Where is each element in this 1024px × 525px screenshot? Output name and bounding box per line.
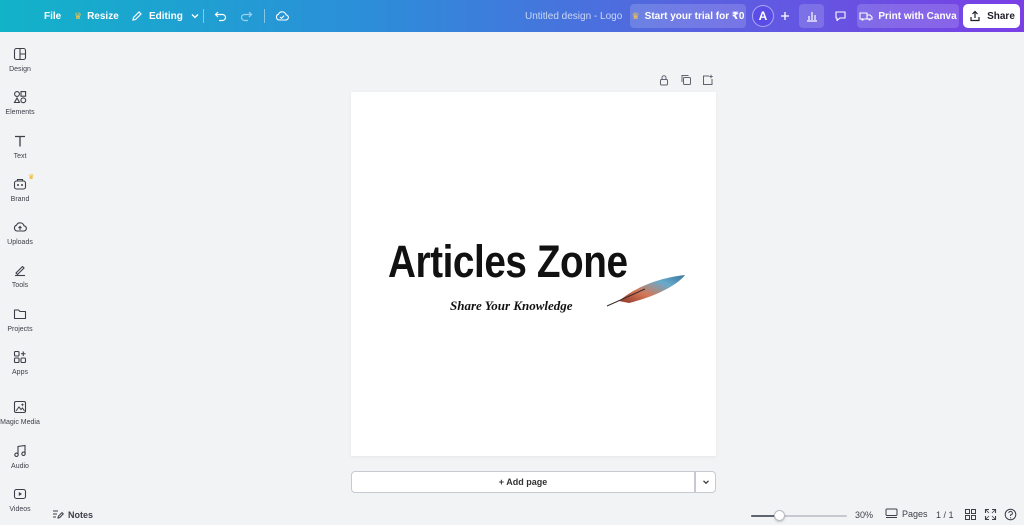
elements-icon	[13, 91, 27, 104]
notes-label: Notes	[68, 509, 94, 520]
crown-icon: ♛	[74, 10, 83, 21]
pages-button[interactable]: Pages	[885, 508, 928, 519]
add-page-icon	[703, 74, 713, 85]
fullscreen-icon[interactable]	[984, 508, 997, 521]
design-page[interactable]: Articles Zone Share Your Knowledge	[351, 92, 716, 456]
bottom-bar: Notes 30% Pages 1 / 1	[40, 505, 1024, 525]
lock-icon	[660, 75, 668, 86]
toolbar-divider	[264, 9, 265, 23]
comment-icon	[834, 9, 848, 23]
comments-button[interactable]	[828, 4, 853, 28]
logo-subtitle[interactable]: Share Your Knowledge	[450, 298, 573, 314]
sidebar-item-label: Audio	[11, 463, 29, 470]
file-menu-button[interactable]: File	[44, 0, 61, 32]
zoom-value[interactable]: 30%	[855, 510, 873, 520]
chevron-down-icon	[188, 9, 202, 23]
resize-button[interactable]: ♛ Resize	[74, 0, 119, 32]
crown-icon: ♛	[631, 10, 640, 21]
sidebar-item-label: Projects	[7, 326, 33, 333]
sidebar-item-videos[interactable]: Videos	[0, 487, 40, 513]
file-label: File	[44, 10, 62, 22]
sidebar-item-projects[interactable]: Projects	[0, 307, 40, 333]
notes-icon	[53, 510, 64, 519]
music-note-icon	[14, 444, 26, 458]
chevron-down-icon	[702, 480, 709, 485]
page-tools	[657, 73, 715, 87]
bar-chart-icon	[805, 9, 819, 23]
editing-label: Editing	[149, 10, 183, 22]
share-upload-icon	[968, 9, 982, 23]
undo-button[interactable]	[214, 0, 228, 32]
magic-media-icon	[13, 400, 27, 414]
left-sidebar: Design Elements Text ♛ Brand Uploads Too…	[0, 32, 40, 525]
sidebar-item-label: Elements	[5, 109, 35, 116]
page-count: 1 / 1	[936, 510, 954, 520]
sidebar-item-apps[interactable]: Apps	[0, 350, 40, 376]
sidebar-item-label: Uploads	[7, 239, 33, 246]
cloud-check-icon	[275, 9, 289, 23]
sidebar-item-label: Magic Media	[0, 419, 40, 426]
sidebar-item-elements[interactable]: Elements	[0, 90, 40, 116]
toolbar-divider	[203, 9, 204, 23]
sidebar-item-magic-media[interactable]: Magic Media	[0, 400, 40, 426]
sidebar-item-audio[interactable]: Audio	[0, 444, 40, 470]
share-button[interactable]: Share	[963, 4, 1020, 28]
insights-button[interactable]	[799, 4, 824, 28]
sidebar-item-uploads[interactable]: Uploads	[0, 220, 40, 246]
apps-icon	[13, 350, 27, 364]
add-page-button[interactable]: + Add page	[351, 471, 695, 493]
sidebar-item-tools[interactable]: Tools	[0, 263, 40, 289]
add-page-options-button[interactable]	[695, 471, 716, 493]
add-page-icon-button[interactable]	[701, 73, 715, 87]
uploads-icon	[13, 222, 27, 232]
duplicate-icon	[681, 75, 691, 85]
design-icon	[13, 47, 27, 61]
zoom-slider[interactable]	[751, 510, 847, 521]
sidebar-item-label: Text	[13, 153, 27, 160]
top-toolbar: File ♛ Resize Editing Untitled design - …	[0, 0, 1024, 32]
start-trial-button[interactable]: ♛ Start your trial for ₹0	[630, 4, 746, 28]
redo-button[interactable]	[239, 0, 253, 32]
sidebar-item-label: Tools	[11, 282, 29, 289]
truck-icon	[859, 9, 873, 23]
add-collaborator-button[interactable]	[778, 0, 792, 32]
sidebar-item-design[interactable]: Design	[0, 47, 40, 73]
plus-icon	[778, 9, 792, 23]
notes-button[interactable]: Notes	[52, 509, 93, 520]
feather-quill-icon[interactable]	[605, 273, 687, 307]
trial-label: Start your trial for ₹0	[644, 10, 745, 22]
video-play-icon	[13, 488, 27, 500]
tools-icon	[15, 265, 25, 277]
sidebar-item-label: Apps	[12, 369, 28, 376]
redo-icon	[239, 9, 253, 23]
zoom-slider-thumb[interactable]	[774, 510, 786, 521]
avatar[interactable]: A	[752, 5, 774, 27]
share-label: Share	[987, 10, 1015, 22]
pencil-icon	[130, 9, 144, 23]
brand-icon	[13, 178, 27, 190]
pages-label: Pages	[902, 508, 928, 519]
logo-title[interactable]: Articles Zone	[388, 236, 628, 288]
sidebar-item-label: Brand	[10, 196, 30, 203]
print-with-canva-button[interactable]: Print with Canva	[857, 4, 959, 28]
editing-mode-button[interactable]: Editing	[130, 0, 202, 32]
folder-icon	[13, 309, 27, 320]
sidebar-item-text[interactable]: Text	[0, 134, 40, 160]
sidebar-item-brand[interactable]: ♛ Brand	[0, 174, 40, 203]
lock-page-button[interactable]	[657, 73, 671, 87]
grid-view-icon[interactable]	[964, 508, 977, 521]
duplicate-page-button[interactable]	[679, 73, 693, 87]
sidebar-item-label: Design	[9, 66, 31, 73]
cloud-save-button[interactable]	[275, 0, 289, 32]
undo-icon	[214, 9, 228, 23]
crown-icon: ♛	[28, 174, 35, 181]
text-icon	[15, 135, 25, 147]
resize-label: Resize	[87, 10, 119, 22]
help-icon[interactable]	[1004, 508, 1017, 521]
print-label: Print with Canva	[878, 10, 957, 22]
sidebar-item-label: Videos	[9, 506, 31, 513]
design-title[interactable]: Untitled design - Logo	[525, 0, 622, 32]
pages-icon	[885, 508, 898, 518]
